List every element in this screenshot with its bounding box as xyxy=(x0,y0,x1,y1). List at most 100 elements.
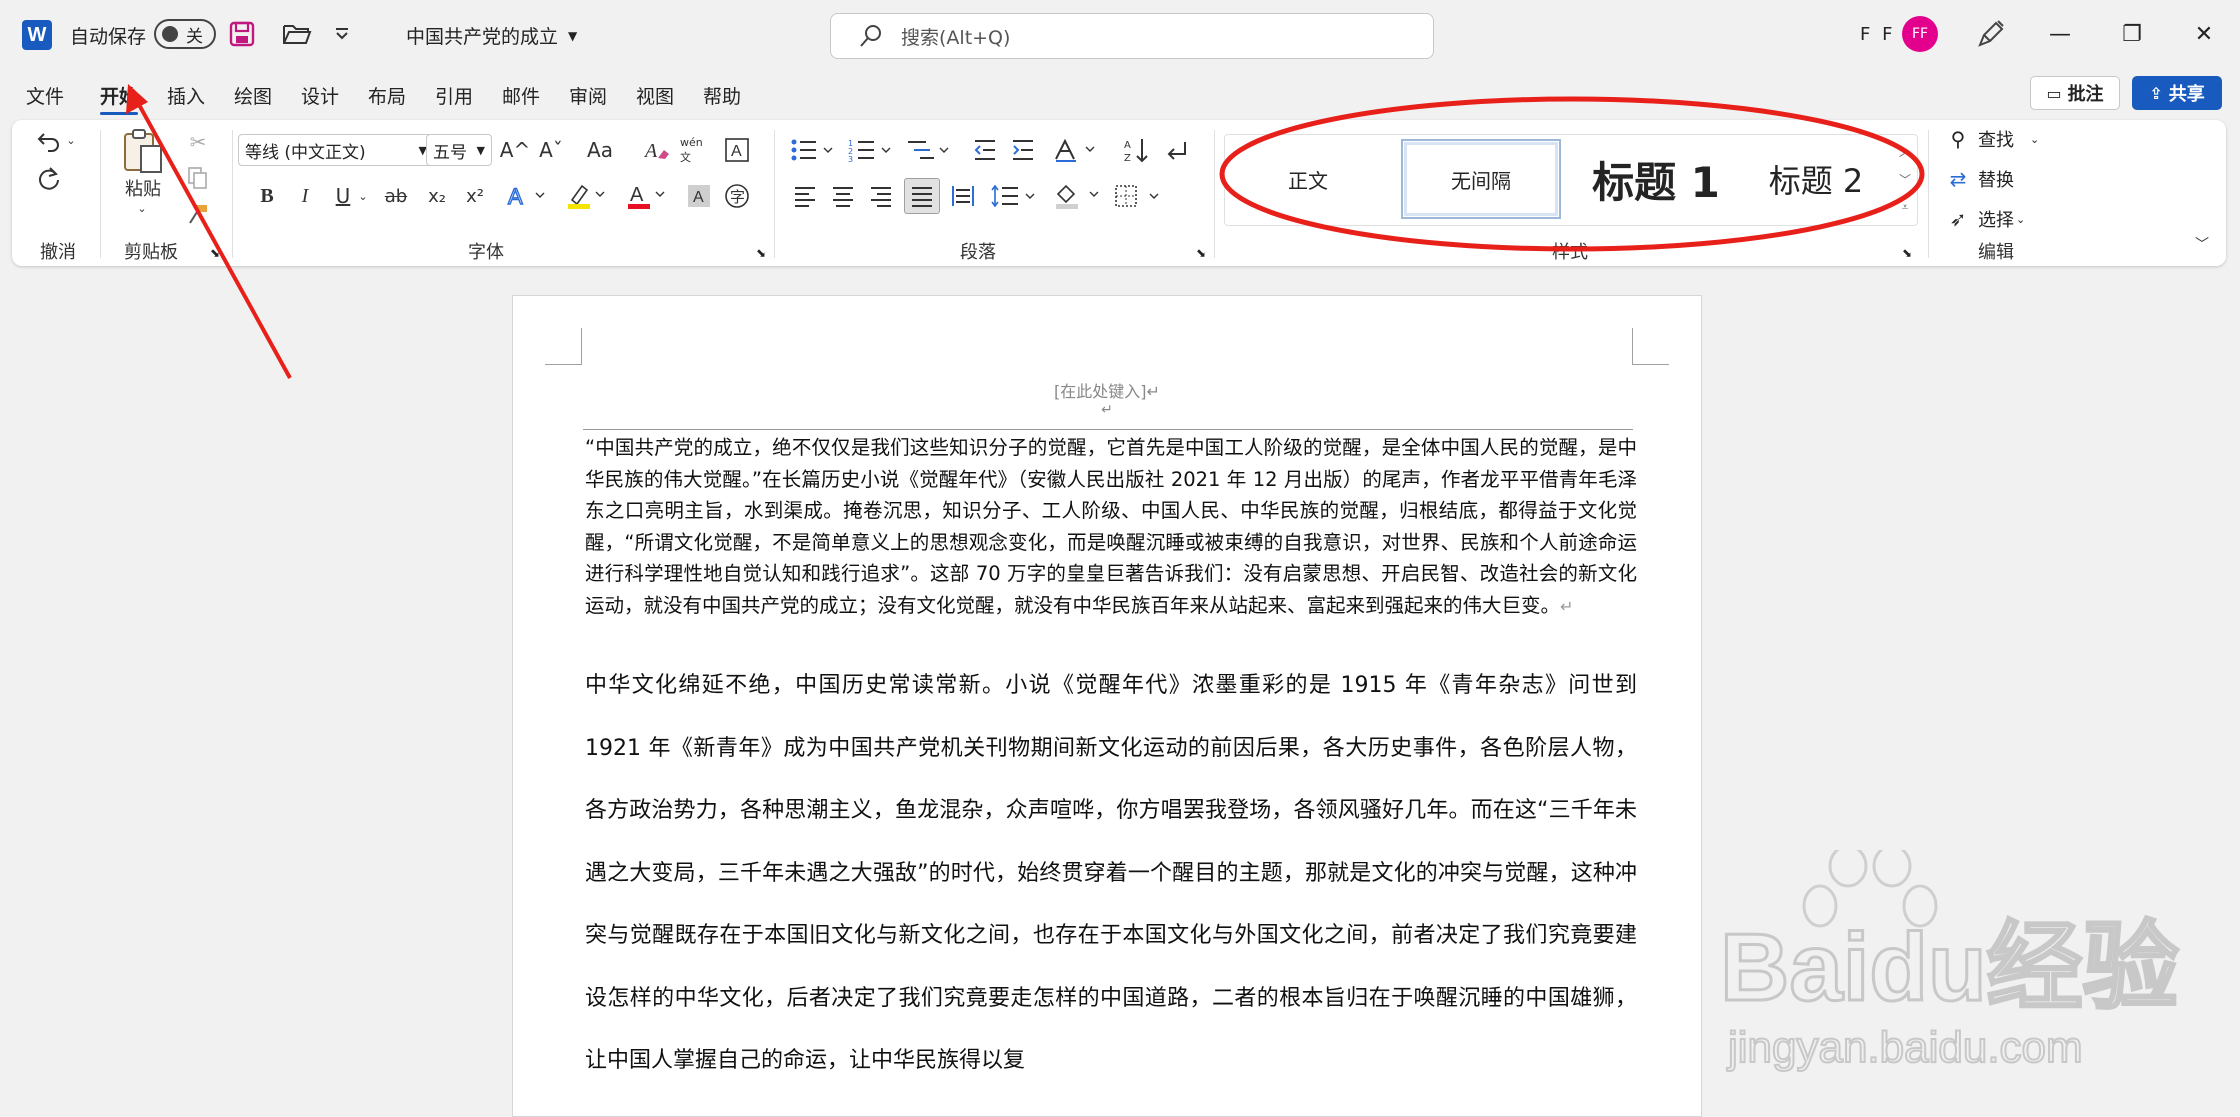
font-launcher-icon[interactable]: ⬊ xyxy=(756,246,770,260)
font-color-icon[interactable]: A xyxy=(624,180,668,212)
gallery-down-icon[interactable]: ﹀ xyxy=(1895,165,1915,193)
highlight-color-icon[interactable] xyxy=(564,180,608,212)
chevron-down-icon: ▼ xyxy=(476,143,485,157)
tab-insert[interactable]: 插入 xyxy=(167,82,205,109)
align-right-icon[interactable] xyxy=(866,180,896,212)
tab-file[interactable]: 文件 xyxy=(26,82,64,109)
svg-text:A: A xyxy=(693,189,704,206)
document-title-text: 中国共产党的成立 xyxy=(406,26,559,48)
cut-icon[interactable]: ✂ xyxy=(184,128,212,156)
svg-text:A: A xyxy=(731,143,742,160)
redo-icon[interactable] xyxy=(32,162,66,196)
tab-view[interactable]: 视图 xyxy=(636,82,674,109)
enclose-characters-icon[interactable]: 字 xyxy=(722,180,752,212)
borders-icon[interactable] xyxy=(1112,180,1162,212)
style-no-spacing[interactable]: 无间隔 xyxy=(1401,139,1561,219)
chinese-layout-icon[interactable] xyxy=(1052,134,1100,166)
tab-help[interactable]: 帮助 xyxy=(703,82,741,109)
replace-button[interactable]: ⇄ 替换 xyxy=(1946,166,2014,192)
tab-draw[interactable]: 绘图 xyxy=(234,82,272,109)
paste-label[interactable]: 粘贴 xyxy=(120,176,166,200)
quick-access-more-icon[interactable] xyxy=(332,22,352,46)
clipboard-launcher-icon[interactable]: ⬊ xyxy=(210,246,224,260)
header-placeholder[interactable]: [在此处键入]↵ xyxy=(513,378,1701,402)
character-border-icon[interactable]: A xyxy=(722,134,752,166)
copy-icon[interactable] xyxy=(184,164,212,192)
phonetic-guide-icon[interactable]: wén文 xyxy=(680,132,712,168)
svg-text:字: 字 xyxy=(730,188,745,206)
style-normal[interactable]: 正文 xyxy=(1233,139,1383,219)
change-case-icon[interactable]: Aa xyxy=(580,134,620,166)
svg-text:A: A xyxy=(644,140,658,162)
superscript-button[interactable]: x² xyxy=(460,180,490,212)
undo-dropdown-icon[interactable]: ⌄ xyxy=(64,130,78,150)
font-size-select[interactable]: 五号 ▼ xyxy=(426,134,492,166)
shrink-font-icon[interactable]: Aˇ xyxy=(536,134,566,166)
numbering-icon[interactable]: 123 xyxy=(846,134,894,166)
select-label: 选择 xyxy=(1978,210,2014,231)
close-button[interactable]: ✕ xyxy=(2184,16,2224,52)
designer-pen-icon[interactable] xyxy=(1975,18,2007,50)
subscript-button[interactable]: x₂ xyxy=(422,180,452,212)
body-paragraph-1[interactable]: “中国共产党的成立，绝不仅仅是我们这些知识分子的觉醒，它首先是中国工人阶级的觉醒… xyxy=(585,432,1637,622)
comments-button[interactable]: ▭ 批注 xyxy=(2030,76,2120,110)
style-heading-2[interactable]: 标题 2 xyxy=(1741,139,1891,219)
tab-home[interactable]: 开始 xyxy=(100,82,139,115)
avatar[interactable]: FF xyxy=(1902,16,1938,52)
italic-button[interactable]: I xyxy=(290,180,320,212)
text-effects-icon[interactable]: A xyxy=(504,180,548,212)
tab-mailings[interactable]: 邮件 xyxy=(502,82,540,109)
styles-launcher-icon[interactable]: ⬊ xyxy=(1902,246,1916,260)
body-paragraph-2[interactable]: 中华文化绵延不绝，中国历史常读常新。小说《觉醒年代》浓墨重彩的是 1915 年《… xyxy=(585,655,1637,1093)
minimize-button[interactable]: — xyxy=(2040,16,2080,52)
character-shading-icon[interactable]: A xyxy=(684,180,714,212)
replace-label: 替换 xyxy=(1978,170,2014,191)
paste-dropdown-icon[interactable]: ⌄ xyxy=(132,200,152,216)
tab-references[interactable]: 引用 xyxy=(435,82,473,109)
search-input[interactable]: 搜索(Alt+Q) xyxy=(830,13,1434,59)
document-title[interactable]: 中国共产党的成立 ▼ xyxy=(406,22,577,49)
bullets-icon[interactable] xyxy=(788,134,836,166)
find-button[interactable]: ⚲ 查找 ⌄ xyxy=(1946,126,2040,152)
multilevel-list-icon[interactable] xyxy=(904,134,952,166)
header-border xyxy=(583,429,1633,430)
distributed-icon[interactable] xyxy=(948,180,978,212)
open-folder-icon[interactable] xyxy=(282,20,312,48)
style-heading-1[interactable]: 标题 1 xyxy=(1571,139,1741,219)
align-center-icon[interactable] xyxy=(828,180,858,212)
strikethrough-button[interactable]: ab xyxy=(378,180,414,212)
share-button[interactable]: ⇪ 共享 xyxy=(2132,76,2222,110)
document-page[interactable]: [在此处键入]↵ ↵ “中国共产党的成立，绝不仅仅是我们这些知识分子的觉醒，它首… xyxy=(512,295,1702,1117)
tab-layout[interactable]: 布局 xyxy=(368,82,406,109)
decrease-indent-icon[interactable] xyxy=(970,134,1000,166)
save-icon[interactable] xyxy=(228,20,256,48)
show-paragraph-marks-icon[interactable] xyxy=(1162,134,1192,166)
ribbon-tabs: 文件 开始 插入 绘图 设计 布局 引用 邮件 审阅 视图 帮助 xyxy=(0,76,2240,116)
undo-icon[interactable] xyxy=(32,124,66,158)
underline-dropdown-icon[interactable]: ⌄ xyxy=(356,184,370,208)
group-separator xyxy=(100,130,101,258)
align-left-icon[interactable] xyxy=(790,180,820,212)
grow-font-icon[interactable]: A^ xyxy=(500,134,530,166)
gallery-more-icon[interactable]: ⩡ xyxy=(1895,193,1915,221)
sort-icon[interactable]: AZ xyxy=(1122,134,1152,166)
shading-icon[interactable] xyxy=(1052,180,1102,212)
gallery-up-icon[interactable]: ︿ xyxy=(1895,137,1915,165)
justify-icon[interactable] xyxy=(904,178,940,214)
search-icon xyxy=(860,25,881,47)
clear-formatting-icon[interactable]: A xyxy=(642,134,672,166)
line-spacing-icon[interactable] xyxy=(988,180,1038,212)
paste-icon[interactable] xyxy=(120,128,166,174)
autosave-toggle[interactable]: 关 xyxy=(154,19,216,49)
increase-indent-icon[interactable] xyxy=(1008,134,1038,166)
paragraph-launcher-icon[interactable]: ⬊ xyxy=(1196,246,1210,260)
tab-design[interactable]: 设计 xyxy=(301,82,339,109)
font-name-select[interactable]: 等线 (中文正文) ▼ xyxy=(238,134,434,166)
bold-button[interactable]: B xyxy=(252,180,282,212)
collapse-ribbon-icon[interactable]: ﹀ xyxy=(2190,232,2214,256)
select-button[interactable]: ➶ 选择 ⌄ xyxy=(1946,206,2026,232)
restore-button[interactable]: ❐ xyxy=(2112,16,2152,52)
tab-review[interactable]: 审阅 xyxy=(569,82,607,109)
format-painter-icon[interactable] xyxy=(184,200,212,228)
underline-button[interactable]: U xyxy=(328,180,358,212)
